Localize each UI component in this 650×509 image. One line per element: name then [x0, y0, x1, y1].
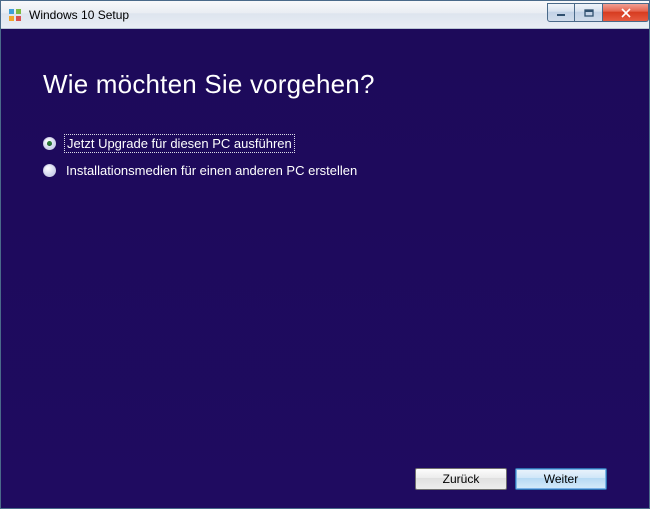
option-upgrade[interactable]: Jetzt Upgrade für diesen PC ausführen — [43, 136, 607, 151]
window-title: Windows 10 Setup — [29, 8, 547, 22]
options-group: Jetzt Upgrade für diesen PC ausführen In… — [43, 136, 607, 178]
back-button[interactable]: Zurück — [415, 468, 507, 490]
option-create-media[interactable]: Installationsmedien für einen anderen PC… — [43, 163, 607, 178]
title-bar[interactable]: Windows 10 Setup — [1, 1, 649, 29]
window-controls — [547, 3, 649, 23]
option-label: Jetzt Upgrade für diesen PC ausführen — [66, 136, 293, 151]
minimize-button[interactable] — [547, 3, 575, 22]
footer-buttons: Zurück Weiter — [43, 468, 607, 492]
radio-icon — [43, 164, 56, 177]
radio-icon — [43, 137, 56, 150]
app-icon — [7, 7, 23, 23]
next-button[interactable]: Weiter — [515, 468, 607, 490]
setup-window: Windows 10 Setup Wie möchten Sie vorgehe… — [0, 0, 650, 509]
close-button[interactable] — [603, 3, 649, 22]
option-label: Installationsmedien für einen anderen PC… — [66, 163, 357, 178]
maximize-button[interactable] — [575, 3, 603, 22]
content-area: Wie möchten Sie vorgehen? Jetzt Upgrade … — [1, 29, 649, 508]
page-heading: Wie möchten Sie vorgehen? — [43, 69, 607, 100]
